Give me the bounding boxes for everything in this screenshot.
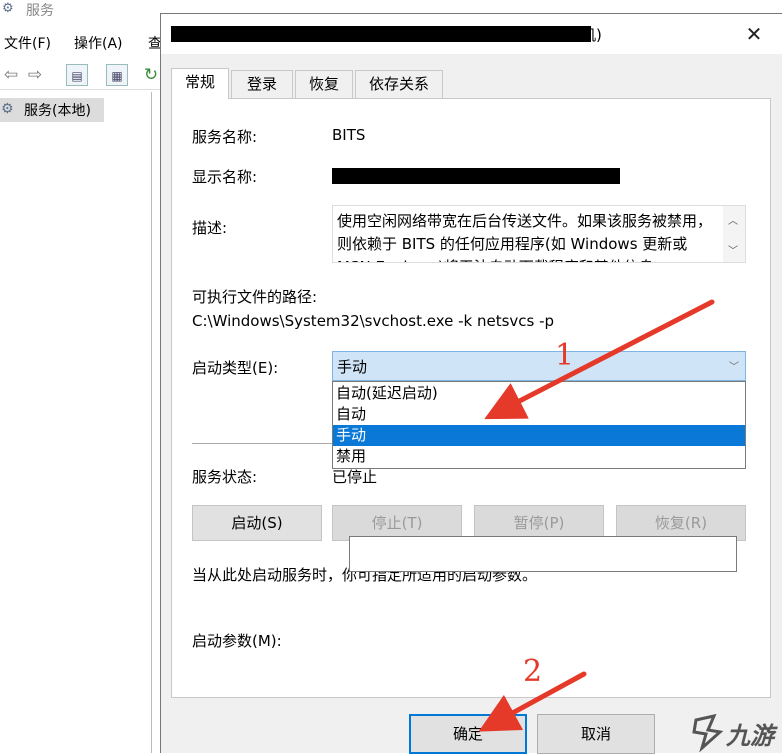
console-tree-icon[interactable]: ▤ xyxy=(66,64,88,86)
annotation-number-2: 2 xyxy=(523,654,543,689)
option-disabled[interactable]: 禁用 xyxy=(333,446,745,467)
tab-recovery[interactable]: 恢复 xyxy=(295,70,353,98)
display-name-redaction xyxy=(332,168,620,184)
description-label: 描述: xyxy=(192,219,228,237)
tab-logon[interactable]: 登录 xyxy=(231,70,293,98)
bits-properties-dialog: 机) ✕ 常规 登录 恢复 依存关系 服务名称: BITS 显示名称: 描述: … xyxy=(160,13,782,754)
chevron-down-icon[interactable]: ﹀ xyxy=(728,242,738,257)
back-arrow-icon[interactable]: ⇦ xyxy=(0,64,22,86)
start-params-label: 启动参数(M): xyxy=(192,632,282,650)
chevron-down-icon: ﹀ xyxy=(729,362,739,373)
forward-arrow-icon[interactable]: ⇨ xyxy=(24,64,46,86)
services-titlebar: ⚙ 服务 xyxy=(0,0,160,22)
service-status-value: 已停止 xyxy=(332,468,378,486)
tab-strip: 常规 登录 恢复 依存关系 xyxy=(171,68,771,99)
close-icon[interactable]: ✕ xyxy=(739,20,769,48)
services-icon: ⚙ xyxy=(1,101,14,117)
description-box[interactable]: 使用空闲网络带宽在后台传送文件。如果该服务被禁用，则依赖于 BITS 的任何应用… xyxy=(332,205,746,263)
display-name-label: 显示名称: xyxy=(192,168,258,186)
option-auto[interactable]: 自动 xyxy=(333,404,745,425)
menu-file[interactable]: 文件(F) xyxy=(4,33,51,53)
dialog-title-tail: 机) xyxy=(581,26,602,44)
title-redaction xyxy=(171,26,591,42)
menu-action[interactable]: 操作(A) xyxy=(74,33,123,53)
watermark-text: 九游 xyxy=(726,722,774,750)
service-name-value: BITS xyxy=(332,126,366,144)
exe-path-value: C:\Windows\System32\svchost.exe -k netsv… xyxy=(192,312,555,330)
console-tree: ⚙ 服务(本地) xyxy=(0,92,152,753)
service-status-label: 服务状态: xyxy=(192,468,258,486)
annotation-number-1: 1 xyxy=(555,338,575,373)
cancel-button[interactable]: 取消 xyxy=(537,714,655,754)
tab-general[interactable]: 常规 xyxy=(171,68,229,99)
ok-button[interactable]: 确定 xyxy=(409,714,527,754)
toolbar: ⇦ ⇨ ▤ ▦ ↻ xyxy=(0,62,160,90)
tree-item-services-local[interactable]: ⚙ 服务(本地) xyxy=(0,98,104,122)
menu-bar: 文件(F) 操作(A) 查 xyxy=(0,33,162,55)
separator xyxy=(192,443,332,444)
option-auto-delayed[interactable]: 自动(延迟启动) xyxy=(333,383,745,404)
start-button[interactable]: 启动(S) xyxy=(192,505,322,541)
watermark-logo-icon xyxy=(692,713,724,752)
tab-dependencies[interactable]: 依存关系 xyxy=(355,70,443,98)
general-tab-panel: 服务名称: BITS 显示名称: 描述: 使用空闲网络带宽在后台传送文件。如果该… xyxy=(171,98,771,698)
site-watermark: 九游 xyxy=(690,712,782,752)
services-title: 服务 xyxy=(26,3,54,19)
startup-type-dropdown: 自动(延迟启动) 自动 手动 禁用 xyxy=(332,381,746,469)
startup-type-select[interactable]: 手动 ﹀ xyxy=(332,351,746,381)
chevron-up-icon[interactable]: ︿ xyxy=(728,212,738,227)
refresh-icon[interactable]: ↻ xyxy=(140,64,162,86)
properties-icon[interactable]: ▦ xyxy=(106,64,128,86)
tree-item-label: 服务(本地) xyxy=(24,103,91,119)
option-manual[interactable]: 手动 xyxy=(333,425,745,446)
description-scrollbar[interactable]: ︿ ﹀ xyxy=(723,206,745,262)
startup-type-label: 启动类型(E): xyxy=(192,359,279,377)
service-name-label: 服务名称: xyxy=(192,128,258,146)
startup-type-value: 手动 xyxy=(337,358,368,376)
exe-path-label: 可执行文件的路径: xyxy=(192,288,318,306)
services-icon: ⚙ xyxy=(2,1,14,16)
dialog-titlebar: 机) ✕ xyxy=(161,14,782,54)
description-text: 使用空闲网络带宽在后台传送文件。如果该服务被禁用，则依赖于 BITS 的任何应用… xyxy=(337,212,713,262)
start-params-input[interactable] xyxy=(349,536,737,572)
